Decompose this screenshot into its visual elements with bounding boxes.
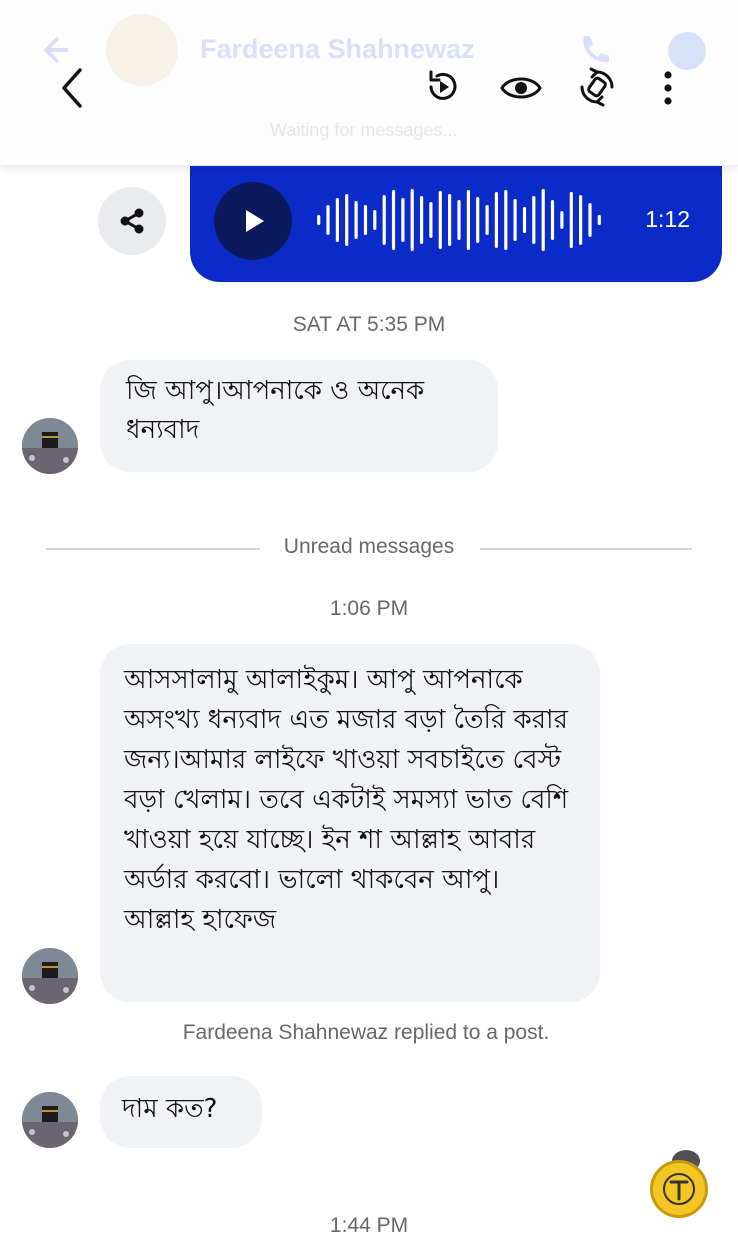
waveform-bar bbox=[569, 192, 573, 248]
avatar[interactable] bbox=[22, 948, 78, 1004]
rotate-button[interactable] bbox=[574, 64, 620, 110]
waveform-bar bbox=[466, 190, 470, 250]
back-button[interactable] bbox=[48, 62, 96, 114]
waveform-bar bbox=[448, 194, 452, 246]
waveform-bar bbox=[382, 195, 386, 245]
eye-icon bbox=[500, 77, 542, 99]
reply-note[interactable]: Fardeena Shahnewaz replied to a post. bbox=[0, 1021, 732, 1045]
timestamp: SAT AT 5:35 PM bbox=[292, 313, 446, 336]
waveform-bar bbox=[532, 196, 536, 244]
more-options-button[interactable] bbox=[648, 64, 688, 112]
play-button[interactable] bbox=[214, 182, 292, 260]
waveform-bar bbox=[438, 191, 442, 249]
contact-avatar bbox=[106, 14, 178, 86]
chevron-left-icon bbox=[62, 68, 82, 108]
unread-divider-label: Unread messages bbox=[283, 535, 455, 558]
timestamp: 1:44 PM bbox=[329, 1214, 409, 1237]
waveform-bar bbox=[391, 190, 396, 250]
avatar-image bbox=[22, 1092, 78, 1148]
share-icon bbox=[120, 208, 144, 234]
share-button[interactable] bbox=[98, 187, 166, 255]
waveform-bar bbox=[420, 196, 424, 244]
waveform-bar bbox=[401, 198, 405, 242]
waveform-bar bbox=[476, 197, 480, 243]
message-bubble[interactable]: দাম কত? bbox=[100, 1076, 262, 1148]
message-bubble[interactable]: জি আপু।আপনাকে ও অনেক ধন্যবাদ bbox=[100, 360, 498, 472]
waveform-bar bbox=[504, 190, 508, 250]
avatar[interactable] bbox=[22, 1092, 78, 1148]
avatar-image bbox=[22, 948, 78, 1004]
contact-status: Waiting for messages... bbox=[270, 120, 458, 140]
waveform-bar bbox=[326, 205, 330, 235]
floating-chat-head-button[interactable] bbox=[650, 1160, 708, 1218]
screen-toolbar: Fardeena Shahnewaz Waiting for messages.… bbox=[0, 0, 738, 166]
waveform-bar bbox=[485, 205, 489, 235]
play-icon bbox=[246, 210, 264, 232]
contact-name: Fardeena Shahnewaz bbox=[200, 34, 475, 64]
waveform-bar bbox=[410, 189, 414, 251]
unread-divider-line-right bbox=[480, 548, 692, 550]
waveform-bar bbox=[597, 215, 601, 225]
voice-duration: 1:12 bbox=[645, 206, 690, 232]
waveform-bar bbox=[363, 205, 368, 235]
waveform-bar bbox=[345, 194, 349, 246]
t-badge-icon bbox=[663, 1173, 695, 1205]
timestamp: 1:06 PM bbox=[329, 597, 409, 620]
rotate-icon bbox=[580, 67, 614, 107]
waveform-bar bbox=[457, 200, 461, 240]
message-bubble[interactable]: আসসালামু আলাইকুম। আপু আপনাকে অসংখ্য ধন্য… bbox=[100, 644, 600, 1002]
waveform-bar bbox=[522, 207, 527, 233]
replay-icon bbox=[429, 70, 457, 100]
avatar[interactable] bbox=[22, 418, 78, 474]
audio-waveform[interactable] bbox=[314, 180, 604, 260]
more-vertical-icon bbox=[664, 71, 672, 105]
waveform-bar bbox=[373, 210, 377, 230]
waveform-bar bbox=[588, 203, 592, 237]
waveform-bar bbox=[513, 199, 517, 241]
chat-header-faded: Fardeena Shahnewaz Waiting for messages.… bbox=[0, 0, 738, 166]
view-once-button[interactable] bbox=[496, 66, 546, 110]
waveform-bar bbox=[354, 201, 358, 239]
waveform-bar bbox=[579, 195, 583, 245]
waveform-bar bbox=[560, 211, 564, 229]
replay-button[interactable] bbox=[420, 64, 466, 110]
avatar-image bbox=[22, 418, 78, 474]
waveform-bar bbox=[317, 215, 321, 225]
waveform-bar bbox=[335, 198, 339, 242]
waveform-bar bbox=[541, 189, 545, 251]
waveform-bar bbox=[429, 202, 433, 238]
waveform-bar bbox=[494, 192, 498, 248]
waveform-bar bbox=[550, 200, 555, 240]
